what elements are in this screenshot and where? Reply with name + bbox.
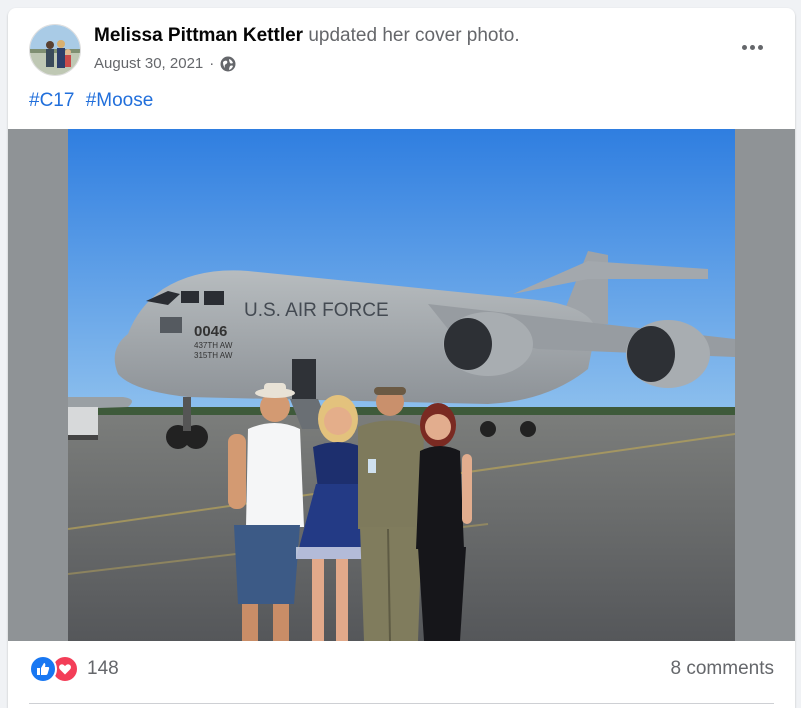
globe-icon[interactable] (220, 56, 236, 72)
post-header: Melissa Pittman Kettler updated her cove… (8, 8, 795, 88)
dot-icon (741, 44, 747, 50)
meta-separator: · (209, 55, 215, 72)
post-footer: 148 8 comments (8, 641, 795, 708)
aircraft-label: U.S. AIR FORCE (244, 300, 389, 321)
avatar[interactable] (29, 24, 81, 76)
post-date[interactable]: August 30, 2021 (94, 55, 203, 72)
post-hashtags: #C17 #Moose (29, 90, 159, 112)
hashtag-moose[interactable]: #Moose (86, 90, 154, 111)
dot-icon (749, 44, 755, 50)
reactions-summary[interactable]: 148 (29, 655, 119, 683)
like-icon (29, 655, 57, 683)
photo-c17-aircraft: U.S. AIR FORCE 0046 437TH AW 315TH AW (68, 129, 735, 641)
dot-icon (757, 44, 763, 50)
more-options-button[interactable] (735, 34, 769, 60)
aircraft-tail-number: 0046 (194, 323, 227, 340)
post-action-text: updated her cover photo. (303, 25, 520, 46)
footer-divider (29, 703, 774, 704)
cover-photo[interactable]: U.S. AIR FORCE 0046 437TH AW 315TH AW (68, 129, 735, 641)
reaction-count: 148 (87, 658, 119, 679)
aircraft-wing-2: 315TH AW (194, 351, 233, 360)
post-card: Melissa Pittman Kettler updated her cove… (8, 8, 795, 708)
avatar-image (30, 25, 80, 75)
post-meta: August 30, 2021 · (94, 55, 236, 72)
post-media: U.S. AIR FORCE 0046 437TH AW 315TH AW (8, 129, 795, 641)
author-name[interactable]: Melissa Pittman Kettler (94, 25, 303, 46)
comments-count-link[interactable]: 8 comments (671, 658, 774, 680)
post-title-line: Melissa Pittman Kettler updated her cove… (94, 25, 520, 47)
hashtag-c17[interactable]: #C17 (29, 90, 74, 111)
aircraft-wing-1: 437TH AW (194, 341, 233, 350)
